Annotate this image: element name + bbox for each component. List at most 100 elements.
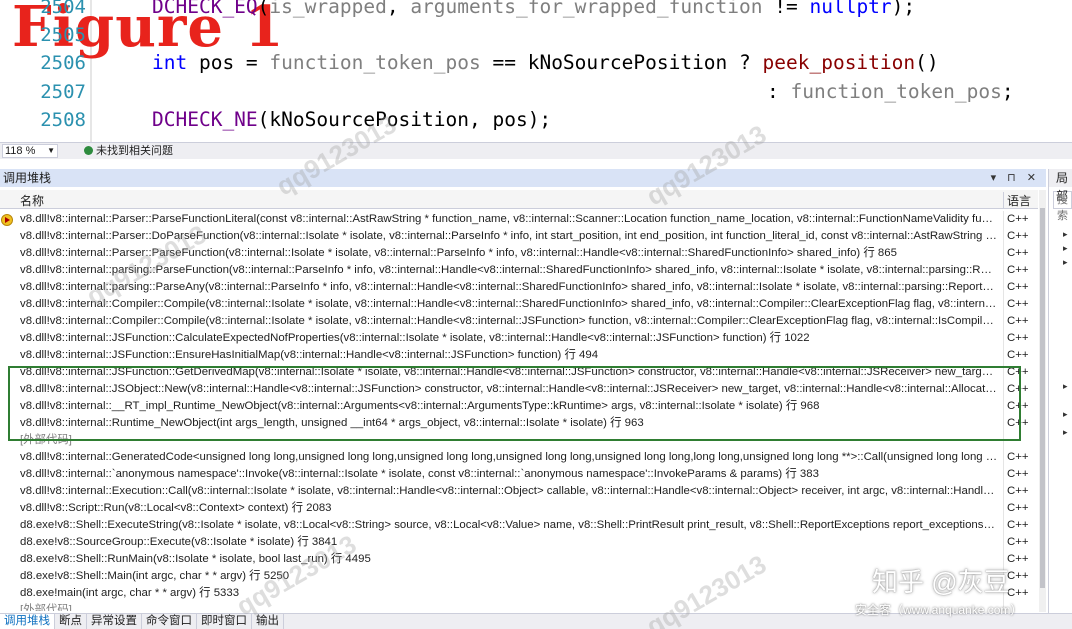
code-token: peek_position bbox=[762, 51, 916, 74]
issues-indicator[interactable]: 未找到相关问题 bbox=[84, 144, 173, 158]
zhihu-watermark: 知乎 @灰豆 bbox=[872, 567, 1010, 597]
line-number: 2507 bbox=[40, 81, 86, 103]
code-token: function_token_pos bbox=[790, 80, 1002, 103]
code-token: : bbox=[767, 80, 791, 103]
check-circle-icon bbox=[84, 146, 93, 155]
frame-name: v8.dll!v8::internal::Parser::ParseFuncti… bbox=[20, 213, 998, 225]
frame-name: d8.exe!v8::Shell::RunMain(v8::Isolate * … bbox=[20, 553, 371, 565]
call-stack-row[interactable]: v8.dll!v8::internal::GeneratedCode<unsig… bbox=[0, 449, 1038, 466]
tool-tab[interactable]: 异常设置 bbox=[87, 614, 142, 629]
line-number: 2504 bbox=[40, 0, 86, 18]
code-editor[interactable]: Figure 1 2504 DCHECK_EQ(is_wrapped, argum… bbox=[0, 0, 1072, 142]
frame-name: v8.dll!v8::internal::Parser::DoParseFunc… bbox=[20, 230, 998, 242]
line-number: 2506 bbox=[40, 52, 86, 74]
frame-name: d8.exe!v8::Shell::ExecuteString(v8::Isol… bbox=[20, 519, 998, 531]
expand-arrow-icon[interactable]: ▸ bbox=[1063, 427, 1072, 437]
call-stack-row[interactable]: v8.dll!v8::internal::JSObject::New(v8::i… bbox=[0, 381, 1038, 398]
tool-tab[interactable]: 输出 bbox=[252, 614, 284, 629]
editor-status-bar: 118 % ▼ 未找到相关问题 bbox=[0, 142, 1072, 159]
code-token: (kNoSourcePosition, pos); bbox=[257, 108, 552, 131]
expand-arrow-icon[interactable]: ▸ bbox=[1063, 243, 1072, 253]
chevron-down-icon: ▼ bbox=[47, 146, 55, 155]
frame-name: v8.dll!v8::internal::JSFunction::GetDeri… bbox=[20, 366, 998, 378]
expand-arrow-icon[interactable]: ▸ bbox=[1063, 409, 1072, 419]
frame-name: v8.dll!v8::internal::Compiler::Compile(v… bbox=[20, 315, 998, 327]
call-stack-row[interactable]: v8.dll!v8::internal::__RT_impl_Runtime_N… bbox=[0, 398, 1038, 415]
current-frame-arrow-icon bbox=[1, 214, 13, 226]
zoom-dropdown[interactable]: 118 % ▼ bbox=[2, 144, 58, 158]
frame-name: v8.dll!v8::internal::JSObject::New(v8::i… bbox=[20, 383, 998, 395]
code-token: () bbox=[915, 51, 939, 74]
call-stack-scrollbar[interactable] bbox=[1039, 190, 1046, 612]
frame-language: C++ bbox=[1003, 364, 1037, 381]
expand-arrow-icon[interactable]: ▸ bbox=[1063, 229, 1072, 239]
call-stack-row[interactable]: v8.dll!v8::Script::Run(v8::Local<v8::Con… bbox=[0, 500, 1038, 517]
code-token: nullptr bbox=[809, 0, 892, 18]
frame-language: C++ bbox=[1003, 279, 1037, 296]
call-stack-row[interactable]: v8.dll!v8::internal::JSFunction::EnsureH… bbox=[0, 347, 1038, 364]
call-stack-row[interactable]: [外部代码] bbox=[0, 432, 1038, 449]
frame-language: C++ bbox=[1003, 517, 1037, 534]
side-panel-title[interactable]: 局部 bbox=[1049, 169, 1072, 203]
frame-language: C++ bbox=[1003, 228, 1037, 245]
call-stack-row[interactable]: v8.dll!v8::internal::Compiler::Compile(v… bbox=[0, 296, 1038, 313]
expand-arrow-icon[interactable]: ▸ bbox=[1063, 381, 1072, 391]
frame-name: v8.dll!v8::internal::Compiler::Compile(v… bbox=[20, 298, 998, 310]
frame-language: C++ bbox=[1003, 500, 1037, 517]
call-stack-row[interactable]: v8.dll!v8::internal::Execution::Call(v8:… bbox=[0, 483, 1038, 500]
call-stack-row[interactable]: v8.dll!v8::internal::Runtime_NewObject(i… bbox=[0, 415, 1038, 432]
call-stack-title-bar: 调用堆栈 ▾ ⊓ ✕ bbox=[0, 169, 1046, 187]
issues-text: 未找到相关问题 bbox=[96, 145, 173, 157]
frame-language: C++ bbox=[1003, 347, 1037, 364]
expand-arrow-icon[interactable]: ▸ bbox=[1063, 257, 1072, 267]
code-token: pos = bbox=[187, 51, 270, 74]
frame-language: C++ bbox=[1003, 262, 1037, 279]
frame-name: d8.exe!v8::Shell::Main(int argc, char * … bbox=[20, 570, 290, 582]
tool-tab[interactable]: 即时窗口 bbox=[197, 614, 252, 629]
code-token: is_wrapped bbox=[269, 0, 387, 18]
call-stack-list[interactable]: v8.dll!v8::internal::Parser::ParseFuncti… bbox=[0, 211, 1038, 611]
code-line: DCHECK_EQ(is_wrapped, arguments_for_wrap… bbox=[152, 0, 915, 18]
code-token: DCHECK_NE bbox=[152, 108, 258, 131]
call-stack-row[interactable]: v8.dll!v8::internal::parsing::ParseFunct… bbox=[0, 262, 1038, 279]
call-stack-row[interactable]: v8.dll!v8::internal::JSFunction::GetDeri… bbox=[0, 364, 1038, 381]
call-stack-row[interactable]: v8.dll!v8::internal::JSFunction::Calcula… bbox=[0, 330, 1038, 347]
call-stack-row[interactable]: v8.dll!v8::internal::Parser::ParseFuncti… bbox=[0, 245, 1038, 262]
frame-name: [外部代码] bbox=[20, 604, 72, 611]
line-number: 2505 bbox=[40, 24, 86, 46]
call-stack-row[interactable]: v8.dll!v8::internal::Parser::DoParseFunc… bbox=[0, 228, 1038, 245]
column-header-name[interactable]: 名称 bbox=[20, 192, 44, 209]
code-token: != bbox=[762, 0, 810, 18]
tool-tab[interactable]: 调用堆栈 bbox=[0, 614, 55, 629]
code-token: ); bbox=[891, 0, 916, 18]
call-stack-row[interactable]: v8.dll!v8::internal::Compiler::Compile(v… bbox=[0, 313, 1038, 330]
frame-language: C++ bbox=[1003, 313, 1037, 330]
code-line: int pos = function_token_pos == kNoSourc… bbox=[152, 51, 939, 74]
column-header-language[interactable]: 语言 bbox=[1003, 192, 1037, 208]
code-token: , bbox=[386, 0, 411, 18]
anquanke-watermark: 安全客（www.anquanke.com） bbox=[855, 603, 1023, 617]
tool-tab[interactable]: 断点 bbox=[55, 614, 87, 629]
line-number: 2508 bbox=[40, 109, 86, 131]
code-token: == kNoSourcePosition ? bbox=[480, 51, 763, 74]
call-stack-row[interactable]: d8.exe!v8::SourceGroup::Execute(v8::Isol… bbox=[0, 534, 1038, 551]
frame-language: C++ bbox=[1003, 466, 1037, 483]
frame-name: v8.dll!v8::Script::Run(v8::Local<v8::Con… bbox=[20, 502, 332, 514]
scrollbar-thumb[interactable] bbox=[1040, 208, 1045, 588]
frame-language: C++ bbox=[1003, 296, 1037, 313]
code-token: ( bbox=[257, 0, 270, 18]
frame-language: C++ bbox=[1003, 211, 1037, 228]
frame-name: v8.dll!v8::internal::JSFunction::Calcula… bbox=[20, 332, 810, 344]
call-stack-row[interactable]: v8.dll!v8::internal::`anonymous namespac… bbox=[0, 466, 1038, 483]
panel-window-controls[interactable]: ▾ ⊓ ✕ bbox=[991, 169, 1040, 187]
locals-side-panel: 局部 搜索 ▸ ▸ ▸ ▸ ▸ ▸ bbox=[1048, 169, 1072, 613]
call-stack-row[interactable]: d8.exe!v8::Shell::ExecuteString(v8::Isol… bbox=[0, 517, 1038, 534]
tool-tab[interactable]: 命令窗口 bbox=[142, 614, 197, 629]
zoom-value: 118 % bbox=[5, 145, 36, 157]
code-line: : function_token_pos; bbox=[152, 80, 1014, 103]
frame-language: C++ bbox=[1003, 449, 1037, 466]
call-stack-row[interactable]: v8.dll!v8::internal::parsing::ParseAny(v… bbox=[0, 279, 1038, 296]
call-stack-row[interactable]: v8.dll!v8::internal::Parser::ParseFuncti… bbox=[0, 211, 1038, 228]
frame-name: v8.dll!v8::internal::Parser::ParseFuncti… bbox=[20, 247, 897, 259]
panel-title: 调用堆栈 bbox=[3, 171, 52, 185]
